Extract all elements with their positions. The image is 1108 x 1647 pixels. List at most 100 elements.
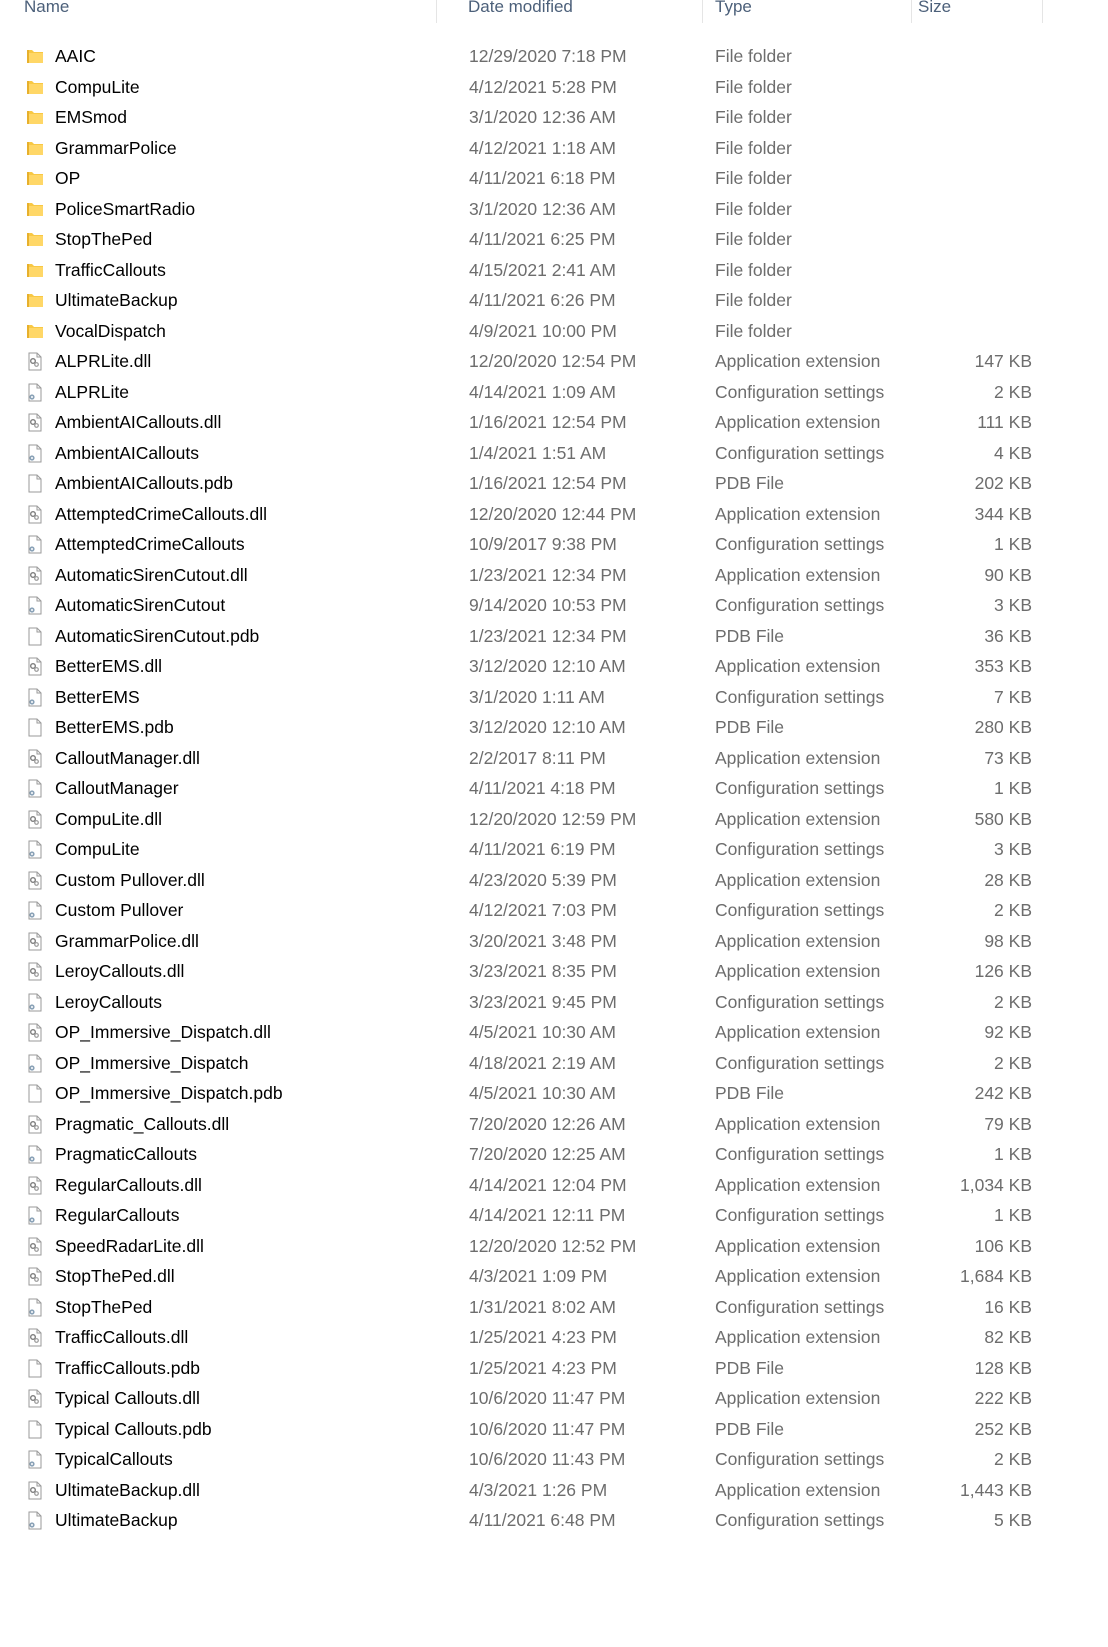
file-type: Application extension [715,1266,881,1286]
folder-row[interactable]: PoliceSmartRadio 3/1/2020 12:36 AM File fo… [0,193,1060,225]
file-type: Application extension [715,808,881,829]
file-row[interactable]: OP_Immersive_Dispatch.dll 4/5/2021 10:30 … [0,1016,1060,1048]
folder-icon [26,78,44,97]
file-row[interactable]: CompuLite.dll 12/20/2020 12:59 PM Applicat… [0,803,1060,835]
file-row[interactable]: TrafficCallouts.dll 1/25/2021 4:23 PM Appl… [0,1321,1060,1353]
file-row[interactable]: TrafficCallouts.pdb 1/25/2021 4:23 PM PDB … [0,1352,1060,1384]
file-row[interactable]: AutomaticSirenCutout.pdb 1/23/2021 12:34 … [0,620,1060,652]
file-name: UltimateBackup [55,290,178,310]
file-row[interactable]: Pragmatic_Callouts.dll 7/20/2020 12:26 AM… [0,1108,1060,1140]
file-size: 353 KB [974,656,1032,676]
file-date-modified: 9/14/2020 10:53 PM [469,595,627,615]
file-name: AutomaticSirenCutout.dll [55,564,248,585]
file-name: AttemptedCrimeCallouts [55,534,245,554]
file-row[interactable]: UltimateBackup.dll 4/3/2021 1:26 PM Applic… [0,1474,1060,1506]
file-size: 106 KB [974,1235,1032,1256]
folder-row[interactable]: EMSmod 3/1/2020 12:36 AM File folder [0,101,1060,133]
column-header-name[interactable]: Name [24,0,437,23]
file-name: LeroyCallouts [55,991,162,1012]
file-row[interactable]: StopThePed.dll 4/3/2021 1:09 PM Applicatio… [0,1260,1060,1292]
file-type: Application extension [715,412,881,432]
file-date-modified: 10/6/2020 11:47 PM [469,1388,626,1408]
folder-row[interactable]: CompuLite 4/12/2021 5:28 PM File folder [0,71,1060,103]
folder-row[interactable]: UltimateBackup 4/11/2021 6:26 PM File fold… [0,284,1060,316]
file-size: 3 KB [994,839,1032,859]
folder-row[interactable]: StopThePed 4/11/2021 6:25 PM File folder [0,223,1060,255]
file-row[interactable]: UltimateBackup 4/11/2021 6:48 PM Configura… [0,1504,1060,1536]
file-name: AttemptedCrimeCallouts.dll [55,503,268,524]
folder-row[interactable]: GrammarPolice 4/12/2021 1:18 AM File folde… [0,132,1060,164]
column-header-type[interactable]: Type [715,0,912,23]
file-row[interactable]: Typical Callouts.pdb 10/6/2020 11:47 PM PD… [0,1413,1060,1445]
file-name: OP_Immersive_Dispatch.pdb [55,1083,283,1103]
file-row[interactable]: LeroyCallouts.dll 3/23/2021 8:35 PM Applic… [0,955,1060,987]
file-row[interactable]: AmbientAICallouts.dll 1/16/2021 12:54 PM A… [0,406,1060,438]
file-row[interactable]: ALPRLite.dll 12/20/2020 12:54 PM Applicati… [0,345,1060,377]
file-row[interactable]: BetterEMS.dll 3/12/2020 12:10 AM Applicati… [0,650,1060,682]
file-type: Configuration settings [715,595,885,615]
folder-icon [26,322,44,341]
file-row[interactable]: LeroyCallouts 3/23/2021 9:45 PM Configurat… [0,986,1060,1018]
file-row[interactable]: Custom Pullover.dll 4/23/2020 5:39 PM Appl… [0,864,1060,896]
folder-row[interactable]: AAIC 12/29/2020 7:18 PM File folder [0,40,1060,72]
folder-row[interactable]: TrafficCallouts 4/15/2021 2:41 AM File fol… [0,254,1060,286]
config-icon [26,1298,44,1317]
file-date-modified: 4/5/2021 10:30 AM [469,1022,616,1042]
file-date-modified: 3/1/2020 12:36 AM [469,198,616,219]
file-type: Application extension [715,747,881,768]
file-row[interactable]: BetterEMS 3/1/2020 1:11 AM Configuration s… [0,681,1060,713]
file-name: BetterEMS.dll [55,656,162,676]
file-row[interactable]: AttemptedCrimeCallouts.dll 12/20/2020 12:… [0,498,1060,530]
file-row[interactable]: CalloutManager 4/11/2021 4:18 PM Configura… [0,772,1060,804]
file-size: 98 KB [984,930,1032,951]
dll-icon [26,505,44,524]
file-date-modified: 1/23/2021 12:34 PM [469,625,627,646]
file-row[interactable]: AutomaticSirenCutout 9/14/2020 10:53 PM Co… [0,589,1060,621]
file-type: Application extension [715,1174,881,1195]
file-row[interactable]: GrammarPolice.dll 3/20/2021 3:48 PM Applic… [0,925,1060,957]
file-size: 2 KB [994,1449,1032,1469]
dll-icon [26,657,44,676]
file-type: PDB File [715,473,785,493]
file-row[interactable]: RegularCallouts 4/14/2021 12:11 PM Configu… [0,1199,1060,1231]
folder-row[interactable]: OP 4/11/2021 6:18 PM File folder [0,162,1060,194]
file-row[interactable]: BetterEMS.pdb 3/12/2020 12:10 AM PDB File 2… [0,711,1060,743]
file-row[interactable]: AttemptedCrimeCallouts 10/9/2017 9:38 PM C… [0,528,1060,560]
file-icon [26,718,44,737]
config-icon [26,688,44,707]
file-row[interactable]: RegularCallouts.dll 4/14/2021 12:04 PM App… [0,1169,1060,1201]
file-name: StopThePed [55,1296,153,1317]
file-type: Application extension [715,961,881,981]
file-name: AutomaticSirenCutout.pdb [55,625,260,646]
file-name: LeroyCallouts.dll [55,961,185,981]
file-row[interactable]: Custom Pullover 4/12/2021 7:03 PM Configur… [0,894,1060,926]
file-row[interactable]: PragmaticCallouts 7/20/2020 12:25 AM Confi… [0,1138,1060,1170]
file-date-modified: 4/11/2021 6:18 PM [469,168,616,188]
file-row[interactable]: CalloutManager.dll 2/2/2017 8:11 PM Applic… [0,742,1060,774]
file-row[interactable]: AmbientAICallouts.pdb 1/16/2021 12:54 PM P… [0,467,1060,499]
file-row[interactable]: CompuLite 4/11/2021 6:19 PM Configuration … [0,833,1060,865]
file-date-modified: 2/2/2017 8:11 PM [469,747,606,768]
folder-icon [26,169,44,188]
file-date-modified: 3/1/2020 1:11 AM [469,686,605,707]
file-row[interactable]: AmbientAICallouts 1/4/2021 1:51 AM Configu… [0,437,1060,469]
file-row[interactable]: StopThePed 1/31/2021 8:02 AM Configuration… [0,1291,1060,1323]
file-name: SpeedRadarLite.dll [55,1235,204,1256]
file-date-modified: 4/12/2021 1:18 AM [469,137,616,158]
file-row[interactable]: ALPRLite 4/14/2021 1:09 AM Configuration s… [0,376,1060,408]
file-name: AmbientAICallouts.pdb [55,473,234,493]
file-row[interactable]: OP_Immersive_Dispatch 4/18/2021 2:19 AM Co… [0,1047,1060,1079]
file-size: 36 KB [984,625,1032,646]
file-row[interactable]: AutomaticSirenCutout.dll 1/23/2021 12:34 … [0,559,1060,591]
file-row[interactable]: TypicalCallouts 10/6/2020 11:43 PM Configu… [0,1443,1060,1475]
column-header-date-modified[interactable]: Date modified [468,0,703,23]
column-header-size[interactable]: Size [918,0,1043,23]
file-date-modified: 7/20/2020 12:26 AM [469,1113,626,1134]
folder-row[interactable]: VocalDispatch 4/9/2021 10:00 PM File folde… [0,315,1060,347]
config-icon [26,383,44,402]
file-date-modified: 3/12/2020 12:10 AM [469,717,626,737]
file-row[interactable]: Typical Callouts.dll 10/6/2020 11:47 PM Ap… [0,1382,1060,1414]
file-date-modified: 1/16/2021 12:54 PM [469,412,627,432]
file-row[interactable]: OP_Immersive_Dispatch.pdb 4/5/2021 10:30 … [0,1077,1060,1109]
file-row[interactable]: SpeedRadarLite.dll 12/20/2020 12:52 PM App… [0,1230,1060,1262]
